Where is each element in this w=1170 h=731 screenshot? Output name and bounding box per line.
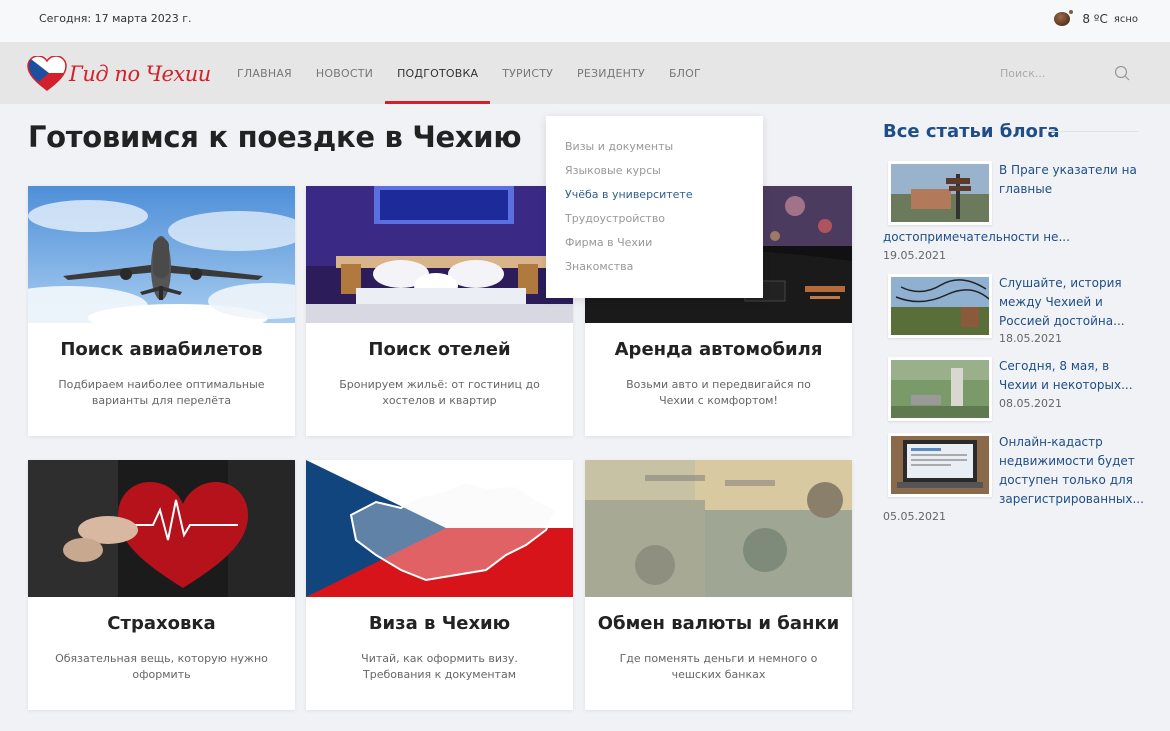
nav-item-home[interactable]: ГЛАВНАЯ [225, 42, 304, 104]
card-flights[interactable]: Поиск авиабилетов Подбираем наиболее опт… [28, 186, 295, 436]
nav-menu: ГЛАВНАЯ НОВОСТИ ПОДГОТОВКА ТУРИСТУ РЕЗИД… [225, 42, 713, 104]
sidebar-title: Все статьи блога [883, 121, 1060, 142]
post-text-line: Россией достойна... [999, 314, 1125, 328]
card-title: Страховка [107, 613, 216, 634]
nav-item-resident[interactable]: РЕЗИДЕНТУ [565, 42, 657, 104]
search-box [1000, 62, 1140, 85]
card-visa[interactable]: Виза в Чехию Читай, как оформить визу. Т… [306, 460, 573, 710]
post-image [891, 164, 989, 222]
card-description: Бронируем жильё: от гостиниц до хостелов… [339, 378, 540, 407]
post-text-line: недвижимости будет [999, 454, 1135, 468]
post-date: 08.05.2021 [999, 397, 1062, 410]
post-text-line: главные [999, 182, 1053, 196]
airplane-image [28, 186, 295, 323]
top-bar: Сегодня: 17 марта 2023 г. 8 ºC ясно [0, 0, 1170, 42]
sidebar-title-divider [1045, 131, 1138, 132]
card-title: Поиск отелей [368, 339, 511, 360]
card-currency[interactable]: Обмен валюты и банки Где поменять деньги… [585, 460, 852, 710]
card-insurance[interactable]: Страховка Обязательная вещь, которую нуж… [28, 460, 295, 710]
card-description: Где поменять деньги и немного о чешских … [619, 652, 818, 681]
post-text-line: В Праге указатели на [999, 163, 1137, 177]
post-thumbnail[interactable] [888, 357, 992, 421]
card-description: Возьми авто и передвигайся по Чехии с ко… [626, 378, 811, 407]
post-text-line: между Чехией и [999, 295, 1103, 309]
post-link[interactable]: Слушайте, история между Чехией и Россией… [999, 274, 1125, 331]
search-icon[interactable] [1114, 65, 1130, 81]
post-date: 18.05.2021 [999, 332, 1062, 345]
dropdown-item-company[interactable]: Фирма в Чехии [546, 235, 763, 259]
post-image [891, 360, 989, 418]
post-text-line: Сегодня, 8 мая, в [999, 359, 1110, 373]
card-description: Читай, как оформить визу. Требования к д… [361, 652, 518, 681]
weather-planet-icon [1054, 10, 1076, 28]
post-date: 19.05.2021 [883, 249, 946, 262]
post-link[interactable]: Онлайн-кадастр недвижимости будет доступ… [999, 433, 1144, 509]
dropdown-item-university[interactable]: Учёба в университете [546, 187, 763, 211]
card-title: Виза в Чехию [368, 613, 511, 634]
card-description: Обязательная вещь, которую нужно оформит… [55, 652, 268, 681]
dropdown-item-dating[interactable]: Знакомства [546, 259, 763, 283]
current-date: Сегодня: 17 марта 2023 г. [39, 12, 192, 25]
post-link[interactable]: В Праге указатели на главные [999, 161, 1137, 199]
card-title: Обмен валюты и банки [597, 613, 840, 634]
nav-item-blog[interactable]: БЛОГ [657, 42, 713, 104]
post-text-line: Чехии и некоторых... [999, 378, 1133, 392]
hotel-room-image [306, 186, 573, 323]
banknotes-image [585, 460, 852, 597]
nav-item-tourist[interactable]: ТУРИСТУ [490, 42, 565, 104]
post-text-line: зарегистрированных... [999, 492, 1144, 506]
post-thumbnail[interactable] [888, 433, 992, 497]
post-image [891, 436, 989, 494]
post-link-continued[interactable]: достопримечательности не... [883, 228, 1070, 247]
post-image [891, 277, 989, 335]
preparation-dropdown: Визы и документы Языковые курсы Учёба в … [546, 116, 763, 298]
nav-item-news[interactable]: НОВОСТИ [304, 42, 385, 104]
page-title: Готовимся к поездке в Чехию [28, 120, 522, 154]
post-date: 05.05.2021 [883, 510, 946, 523]
dropdown-item-visas[interactable]: Визы и документы [546, 139, 763, 163]
post-text-line: Онлайн-кадастр [999, 435, 1103, 449]
heart-flag-icon [27, 56, 67, 91]
post-text-line: доступен только для [999, 473, 1133, 487]
search-input[interactable] [1000, 62, 1100, 85]
dropdown-item-language-courses[interactable]: Языковые курсы [546, 163, 763, 187]
weather-condition: ясно [1113, 13, 1138, 25]
post-thumbnail[interactable] [888, 274, 992, 338]
logo-text: Гид по Чехии [69, 62, 211, 86]
main-navigation: Гид по Чехии ГЛАВНАЯ НОВОСТИ ПОДГОТОВКА … [0, 42, 1170, 104]
card-title: Аренда автомобиля [614, 339, 823, 360]
post-link[interactable]: Сегодня, 8 мая, в Чехии и некоторых... [999, 357, 1133, 395]
post-text-line: Слушайте, история [999, 276, 1122, 290]
site-logo[interactable]: Гид по Чехии [27, 56, 211, 92]
card-description: Подбираем наиболее оптимальные варианты … [58, 378, 265, 407]
card-hotels[interactable]: Поиск отелей Бронируем жильё: от гостини… [306, 186, 573, 436]
card-title: Поиск авиабилетов [60, 339, 263, 360]
czech-flag-map-image [306, 460, 573, 597]
post-thumbnail[interactable] [888, 161, 992, 225]
weather-temperature: 8 ºC [1082, 12, 1108, 26]
heart-insurance-image [28, 460, 295, 597]
nav-item-preparation[interactable]: ПОДГОТОВКА [385, 42, 491, 104]
weather-widget: 8 ºC ясно [1054, 10, 1138, 28]
dropdown-item-employment[interactable]: Трудоустройство [546, 211, 763, 235]
